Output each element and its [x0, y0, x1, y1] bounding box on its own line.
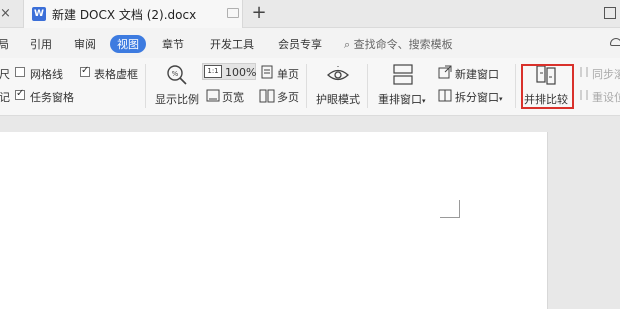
- page-width-button[interactable]: 页宽: [222, 89, 244, 105]
- menu-layout[interactable]: 局: [0, 36, 9, 52]
- document-title: 新建 DOCX 文档 (2).docx: [52, 8, 197, 22]
- arrange-window-icon[interactable]: [393, 64, 413, 86]
- multi-page-button[interactable]: 多页: [277, 89, 299, 105]
- document-icon: W: [32, 7, 46, 21]
- table-frame-label: 表格虚框: [94, 68, 138, 81]
- reset-position-button[interactable]: 重设位: [592, 89, 620, 105]
- search-placeholder: 查找命令、搜索模板: [353, 38, 453, 51]
- eye-mode-button[interactable]: 护眼模式: [316, 91, 360, 107]
- multi-page-icon: [259, 89, 275, 103]
- split-window-icon: [438, 89, 452, 102]
- eye-icon[interactable]: [326, 66, 350, 84]
- margin-marker: [440, 200, 460, 218]
- sync-scroll-button[interactable]: 同步滚: [592, 66, 620, 82]
- zoom-value: 100%: [225, 66, 257, 79]
- dropdown-arrow-icon: ▾: [499, 95, 503, 103]
- menu-view[interactable]: 视图: [110, 35, 146, 53]
- zoom-label[interactable]: 显示比例: [155, 91, 199, 107]
- zoom-icon[interactable]: %: [166, 64, 188, 86]
- new-window-button[interactable]: 新建窗口: [455, 66, 499, 82]
- document-tab[interactable]: W 新建 DOCX 文档 (2).docx: [23, 0, 243, 28]
- menu-review[interactable]: 审阅: [74, 36, 96, 52]
- document-page[interactable]: [0, 132, 548, 309]
- divider: [145, 64, 146, 108]
- divider: [367, 64, 368, 108]
- table-frame-checkbox[interactable]: [80, 65, 90, 77]
- close-icon[interactable]: ×: [0, 5, 16, 23]
- new-window-icon: [438, 65, 452, 79]
- split-window-label: 拆分窗口: [455, 91, 499, 104]
- cloud-icon[interactable]: [610, 38, 620, 46]
- divider: [515, 64, 516, 108]
- split-window-button[interactable]: 拆分窗口▾: [455, 89, 503, 105]
- page-width-icon: [206, 89, 220, 102]
- menu-developer[interactable]: 开发工具: [210, 36, 254, 52]
- marker-label: 记: [0, 91, 10, 104]
- ruler-label: 尺: [0, 68, 10, 81]
- menu-section[interactable]: 章节: [162, 36, 184, 52]
- menu-member[interactable]: 会员专享: [278, 36, 322, 52]
- actual-size-icon: 1:1: [204, 65, 222, 78]
- menu-references[interactable]: 引用: [30, 36, 52, 52]
- window-icon[interactable]: [227, 8, 239, 18]
- search-icon: ⌕: [344, 38, 351, 51]
- gridlines-checkbox[interactable]: [15, 67, 25, 77]
- new-tab-button[interactable]: +: [250, 3, 268, 23]
- single-page-button[interactable]: 单页: [277, 66, 299, 82]
- divider: [306, 64, 307, 108]
- command-search[interactable]: ⌕ 查找命令、搜索模板: [344, 36, 453, 52]
- arrange-window-button[interactable]: 重排窗口▾: [378, 91, 426, 107]
- task-pane-checkbox[interactable]: [15, 88, 25, 100]
- reset-position-icon: [580, 90, 588, 100]
- sync-scroll-icon: [580, 67, 588, 77]
- highlight-box: [521, 64, 574, 109]
- menu-bar: 局 引用 审阅 视图 章节 开发工具 会员专享 ⌕ 查找命令、搜索模板: [0, 28, 620, 58]
- arrange-window-label: 重排窗口: [378, 93, 422, 106]
- task-pane-label: 任务窗格: [30, 91, 74, 104]
- restore-window-icon[interactable]: [604, 7, 616, 19]
- tab-bar: × W 新建 DOCX 文档 (2).docx +: [0, 0, 620, 28]
- dropdown-arrow-icon: ▾: [422, 97, 426, 105]
- svg-text:%: %: [172, 70, 179, 78]
- single-page-icon: [261, 65, 273, 79]
- gridlines-label: 网格线: [30, 68, 63, 81]
